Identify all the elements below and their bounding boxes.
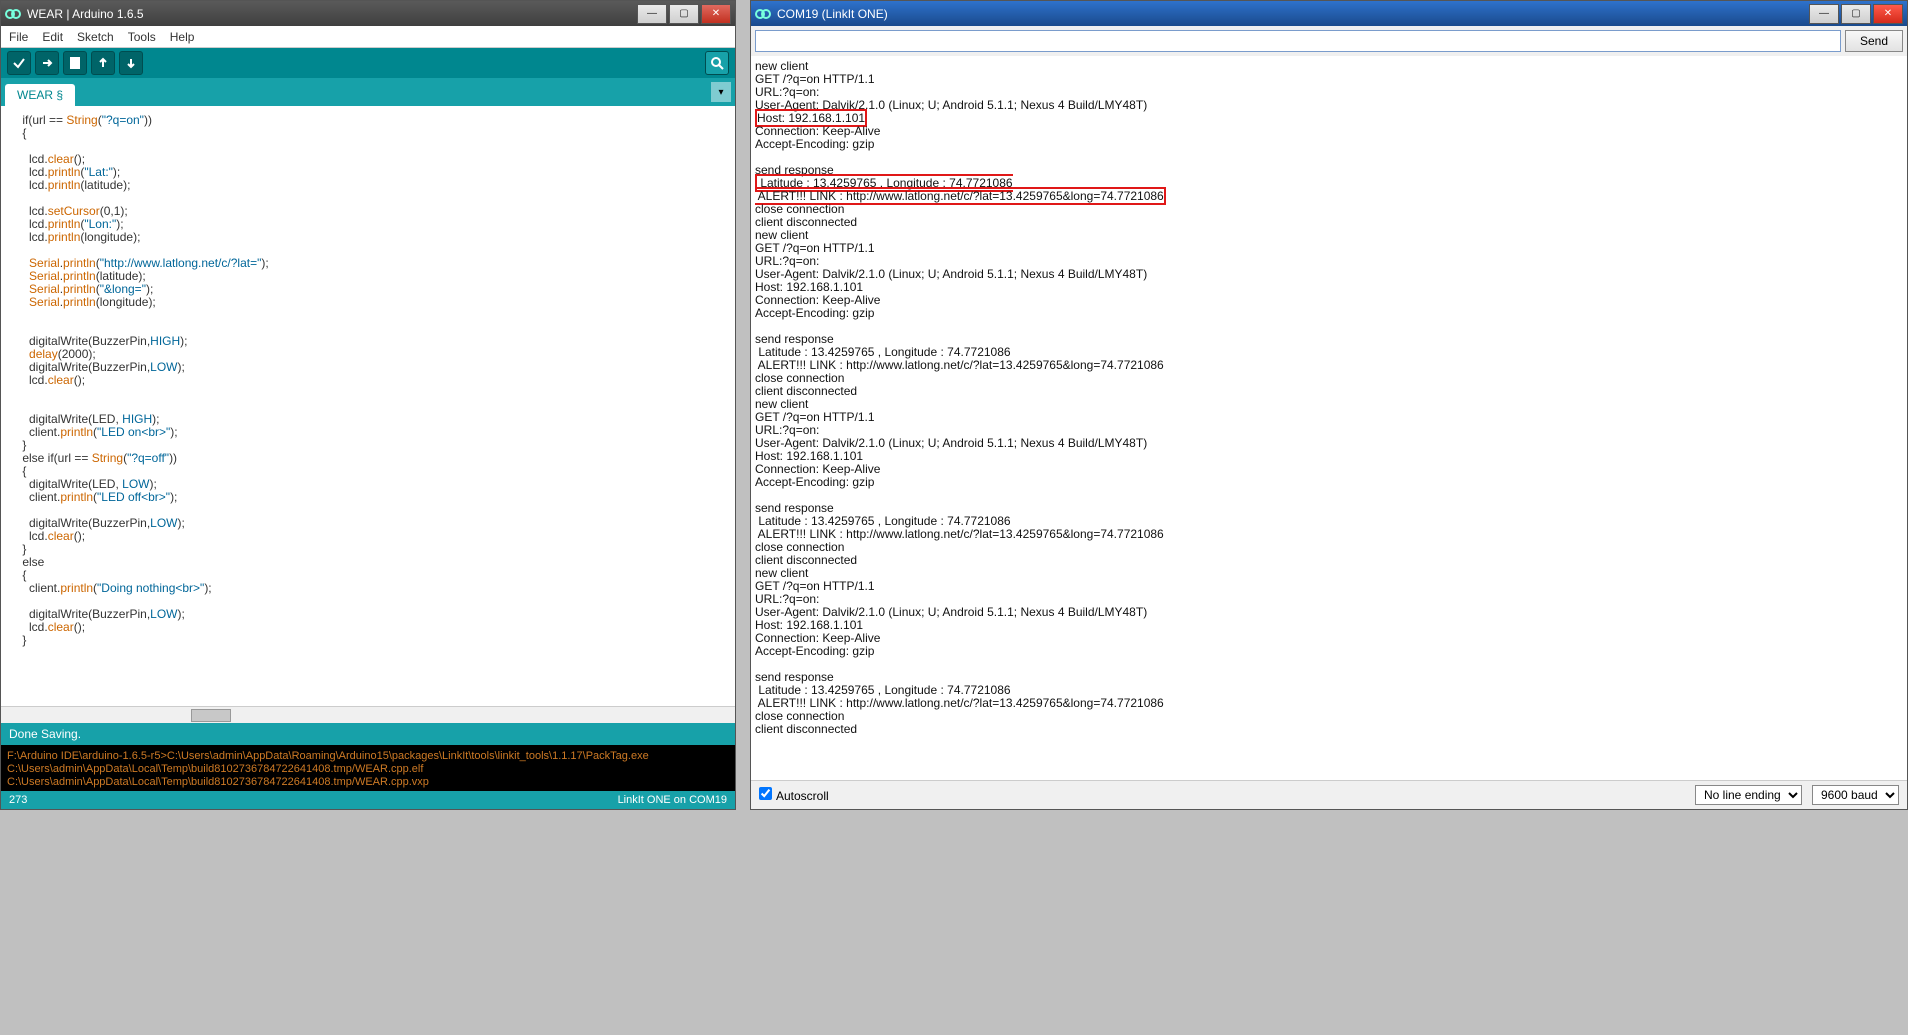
minimize-button[interactable]: — <box>1809 4 1839 24</box>
serial-input[interactable] <box>755 30 1841 52</box>
baud-select[interactable]: 9600 baud <box>1812 785 1899 805</box>
minimize-button[interactable]: — <box>637 4 667 24</box>
toolbar <box>1 48 735 78</box>
console-line: C:\Users\admin\AppData\Local\Temp\build8… <box>7 776 429 788</box>
arduino-app-icon <box>755 6 771 22</box>
code-editor[interactable]: if(url == String("?q=on")) { lcd.clear()… <box>1 106 735 706</box>
line-ending-select[interactable]: No line ending <box>1695 785 1802 805</box>
scrollbar-thumb[interactable] <box>191 709 231 722</box>
open-button[interactable] <box>91 51 115 75</box>
upload-button[interactable] <box>35 51 59 75</box>
status-text: Done Saving. <box>9 727 81 741</box>
close-button[interactable]: ✕ <box>701 4 731 24</box>
menu-sketch[interactable]: Sketch <box>77 30 114 44</box>
menubar: File Edit Sketch Tools Help <box>1 26 735 48</box>
status-bar: Done Saving. <box>1 723 735 745</box>
arduino-title-text: WEAR | Arduino 1.6.5 <box>27 7 144 21</box>
maximize-button[interactable]: ▢ <box>669 4 699 24</box>
new-button[interactable] <box>63 51 87 75</box>
arduino-ide-window: WEAR | Arduino 1.6.5 — ▢ ✕ File Edit Ske… <box>0 0 736 810</box>
menu-tools[interactable]: Tools <box>128 30 156 44</box>
verify-button[interactable] <box>7 51 31 75</box>
send-button[interactable]: Send <box>1845 30 1903 52</box>
build-console: F:\Arduino IDE\arduino-1.6.5-r5>C:\Users… <box>1 745 735 791</box>
tab-dropdown-button[interactable]: ▾ <box>711 82 731 102</box>
autoscroll-checkbox[interactable]: Autoscroll <box>759 787 829 803</box>
console-line: C:\Users\admin\AppData\Local\Temp\build8… <box>7 763 423 775</box>
serial-monitor-button[interactable] <box>705 51 729 75</box>
board-port-info: LinkIt ONE on COM19 <box>618 794 727 806</box>
serial-title-text: COM19 (LinkIt ONE) <box>777 7 888 21</box>
maximize-button[interactable]: ▢ <box>1841 4 1871 24</box>
menu-file[interactable]: File <box>9 30 28 44</box>
arduino-app-icon <box>5 6 21 22</box>
close-button[interactable]: ✕ <box>1873 4 1903 24</box>
serial-bottom-bar: Autoscroll No line ending 9600 baud <box>751 780 1907 809</box>
arduino-titlebar[interactable]: WEAR | Arduino 1.6.5 — ▢ ✕ <box>1 1 735 26</box>
highlighted-response: Latitude : 13.4259765 , Longitude : 74.7… <box>755 174 1166 205</box>
save-button[interactable] <box>119 51 143 75</box>
tabbar: WEAR § ▾ <box>1 78 735 106</box>
serial-monitor-window: COM19 (LinkIt ONE) — ▢ ✕ Send new client… <box>750 0 1908 810</box>
serial-titlebar[interactable]: COM19 (LinkIt ONE) — ▢ ✕ <box>751 1 1907 26</box>
line-number: 273 <box>9 794 27 806</box>
menu-edit[interactable]: Edit <box>42 30 63 44</box>
horizontal-scrollbar[interactable] <box>1 706 735 723</box>
tab-wear[interactable]: WEAR § <box>5 84 75 106</box>
console-line: F:\Arduino IDE\arduino-1.6.5-r5>C:\Users… <box>7 750 649 762</box>
serial-send-row: Send <box>751 26 1907 56</box>
window-divider <box>736 0 750 1035</box>
footer-bar: 273 LinkIt ONE on COM19 <box>1 791 735 809</box>
menu-help[interactable]: Help <box>170 30 195 44</box>
serial-output[interactable]: new client GET /?q=on HTTP/1.1 URL:?q=on… <box>751 56 1907 780</box>
